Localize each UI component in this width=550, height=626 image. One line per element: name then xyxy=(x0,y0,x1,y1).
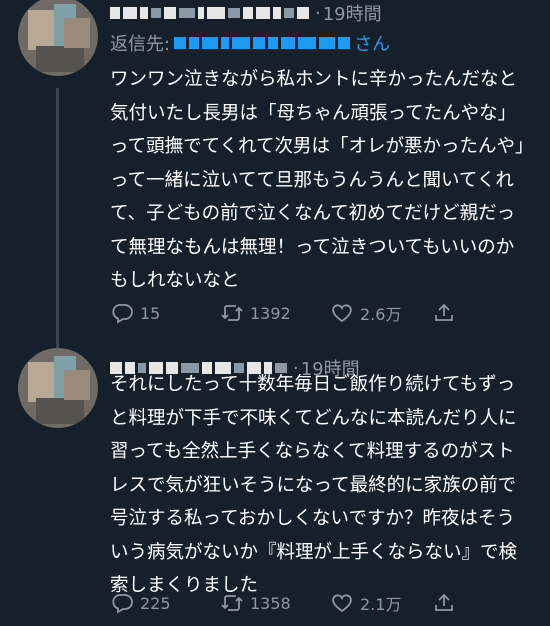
tweet[interactable]: · 19時間 それにしたって十数年毎日ご飯作り続けてもずっと料理が下手で不味くて… xyxy=(0,0,550,626)
share-icon xyxy=(435,593,453,611)
like-count: 2.1万 xyxy=(360,595,402,614)
retweet-button[interactable]: 1358 xyxy=(220,591,291,615)
like-button[interactable]: 2.1万 xyxy=(330,591,401,615)
reply-icon xyxy=(112,594,133,614)
retweet-count: 1358 xyxy=(250,593,291,613)
reply-button[interactable]: 225 xyxy=(110,591,171,615)
avatar[interactable] xyxy=(18,348,98,428)
tweet-actions: 225 1358 2.1万 xyxy=(110,588,550,618)
like-icon xyxy=(332,594,352,613)
retweet-icon xyxy=(221,595,243,611)
reply-count: 225 xyxy=(140,593,171,613)
tweet-text: それにしたって十数年毎日ご飯作り続けてもずっと料理が下手で不味くてどんなに本読ん… xyxy=(110,374,518,596)
share-button[interactable] xyxy=(432,591,456,615)
